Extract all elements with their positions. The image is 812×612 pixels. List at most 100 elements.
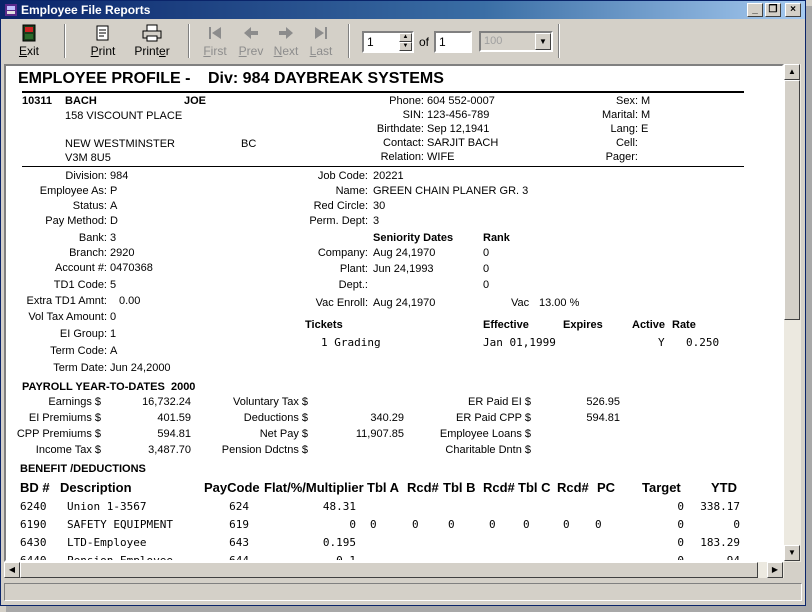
col-header-target: Target	[642, 480, 681, 495]
tickets-header: Tickets	[305, 319, 343, 331]
benefit-desc: Union 1-3567	[67, 500, 147, 513]
toolbar-separator	[64, 24, 66, 58]
report-title: EMPLOYEE PROFILE -	[18, 70, 191, 87]
window-shadow	[806, 6, 812, 612]
prev-page-button[interactable]: Prev	[236, 22, 266, 62]
personal-value: E	[641, 123, 649, 135]
ytd-value: 11,907.85	[355, 428, 404, 440]
scroll-right-icon[interactable]: ▶	[767, 562, 783, 578]
address-line: 158 VISCOUNT PLACE	[65, 110, 183, 122]
print-button[interactable]: Print	[86, 22, 120, 62]
last-label: Last	[309, 44, 333, 58]
effective-header: Effective	[483, 319, 529, 331]
field-value: 5	[110, 279, 117, 291]
ytd-label: Pension Ddctns $	[221, 444, 308, 456]
benefit-target: 0	[677, 500, 684, 513]
contact-value: WIFE	[427, 151, 455, 163]
close-button[interactable]: ×	[785, 3, 801, 17]
restore-button[interactable]: ❐	[765, 3, 781, 17]
zoom-select[interactable]: 100 ▼	[479, 31, 553, 52]
report-window: Employee File Reports _ ❐ × Exit Print P…	[0, 0, 806, 606]
scroll-left-icon[interactable]: ◀	[4, 562, 20, 578]
benefit-rcd-b: 0	[489, 518, 496, 531]
arrow-left-icon	[244, 27, 258, 39]
contact-value: Sep 12,1941	[427, 123, 490, 135]
ytd-label: EI Premiums $	[28, 412, 101, 424]
first-page-button[interactable]: First	[200, 22, 230, 62]
vertical-scrollbar[interactable]: ▲ ▼	[784, 64, 801, 562]
benefit-flat: 0.1	[336, 554, 356, 562]
benefit-desc: SAFETY EQUIPMENT	[67, 518, 173, 531]
ytd-label: Deductions $	[243, 412, 308, 424]
scroll-up-icon[interactable]: ▲	[784, 64, 800, 80]
vac-enroll-label: Vac Enroll:	[315, 297, 368, 309]
minimize-button[interactable]: _	[747, 3, 763, 17]
page-total: 1	[439, 35, 446, 49]
benefit-tbl-a: 0	[370, 518, 377, 531]
report-view[interactable]: EMPLOYEE PROFILE - Div: 984 DAYBREAK SYS…	[4, 64, 784, 562]
chevron-down-icon[interactable]: ▼	[535, 33, 551, 50]
benefit-ytd: 0	[733, 518, 740, 531]
prev-label: Prev	[238, 44, 264, 58]
personal-value: M	[641, 95, 651, 107]
horizontal-scroll-thumb[interactable]	[20, 562, 758, 578]
field-value: P	[110, 185, 118, 197]
ytd-value: 401.59	[157, 412, 191, 424]
zoom-value: 100	[484, 35, 503, 47]
job-label: Perm. Dept:	[309, 215, 368, 227]
division-title: Div: 984 DAYBREAK SYSTEMS	[208, 70, 444, 87]
vertical-scroll-thumb[interactable]	[784, 80, 800, 320]
ytd-label: Income Tax $	[35, 444, 101, 456]
page-spinner[interactable]: 1 ▲ ▼	[362, 31, 414, 53]
contact-value: 604 552-0007	[427, 95, 495, 107]
window-title: Employee File Reports	[21, 3, 151, 17]
title-bar[interactable]: Employee File Reports _ ❐ ×	[1, 1, 805, 19]
seniority-label: Company:	[317, 247, 368, 259]
of-label: of	[419, 35, 430, 49]
field-label: Extra TD1 Amnt:	[26, 295, 108, 307]
personal-label: Lang:	[610, 123, 638, 135]
ytd-label: Net Pay $	[259, 428, 308, 440]
employee-last-name: BACH	[65, 95, 97, 107]
benefit-bd: 6430	[20, 536, 47, 549]
toolbar: Exit Print Printer First Prev Next Last …	[2, 20, 804, 64]
ytd-value: 526.95	[586, 396, 620, 408]
spin-up-icon[interactable]: ▲	[399, 33, 412, 42]
page-current: 1	[367, 35, 374, 49]
ytd-label: Employee Loans $	[439, 428, 531, 440]
ytd-value: 340.29	[370, 412, 404, 424]
benefit-flat: 0	[349, 518, 356, 531]
seniority-rank: 0	[483, 247, 490, 259]
field-label: Branch:	[69, 247, 107, 259]
benefit-paycode: 624	[229, 500, 249, 513]
seniority-date: Aug 24,1970	[373, 247, 436, 259]
personal-label: Cell:	[615, 137, 638, 149]
scroll-down-icon[interactable]: ▼	[784, 545, 800, 561]
benefit-ytd: 94	[726, 554, 740, 562]
benefit-pc: 0	[595, 518, 602, 531]
benefit-desc: LTD-Employee	[67, 536, 147, 549]
spin-down-icon[interactable]: ▼	[399, 42, 412, 51]
ytd-value: 594.81	[586, 412, 620, 424]
last-page-button[interactable]: Last	[306, 22, 336, 62]
next-page-button[interactable]: Next	[271, 22, 301, 62]
rank-header: Rank	[483, 232, 510, 244]
exit-button[interactable]: Exit	[14, 22, 44, 62]
printer-button[interactable]: Printer	[130, 22, 174, 62]
field-label: TD1 Code:	[53, 279, 107, 291]
perm-dept: 3	[373, 215, 380, 227]
horizontal-scrollbar[interactable]: ◀ ▶	[4, 562, 784, 578]
benefit-flat: 48.31	[322, 500, 356, 513]
app-icon	[5, 4, 17, 16]
col-header-description: Description	[60, 480, 132, 495]
toolbar-separator	[188, 24, 190, 58]
print-label: Print	[90, 44, 116, 58]
print-preview-icon	[96, 25, 109, 41]
ytd-label: Charitable Dntn $	[445, 444, 531, 456]
ytd-label: CPP Premiums $	[16, 428, 101, 440]
benefit-bd: 6190	[20, 518, 47, 531]
benefit-rcd-a: 0	[412, 518, 419, 531]
contact-value: 123-456-789	[427, 109, 490, 121]
benefit-desc: Pension Employee	[67, 554, 173, 562]
first-label: First	[203, 44, 227, 58]
